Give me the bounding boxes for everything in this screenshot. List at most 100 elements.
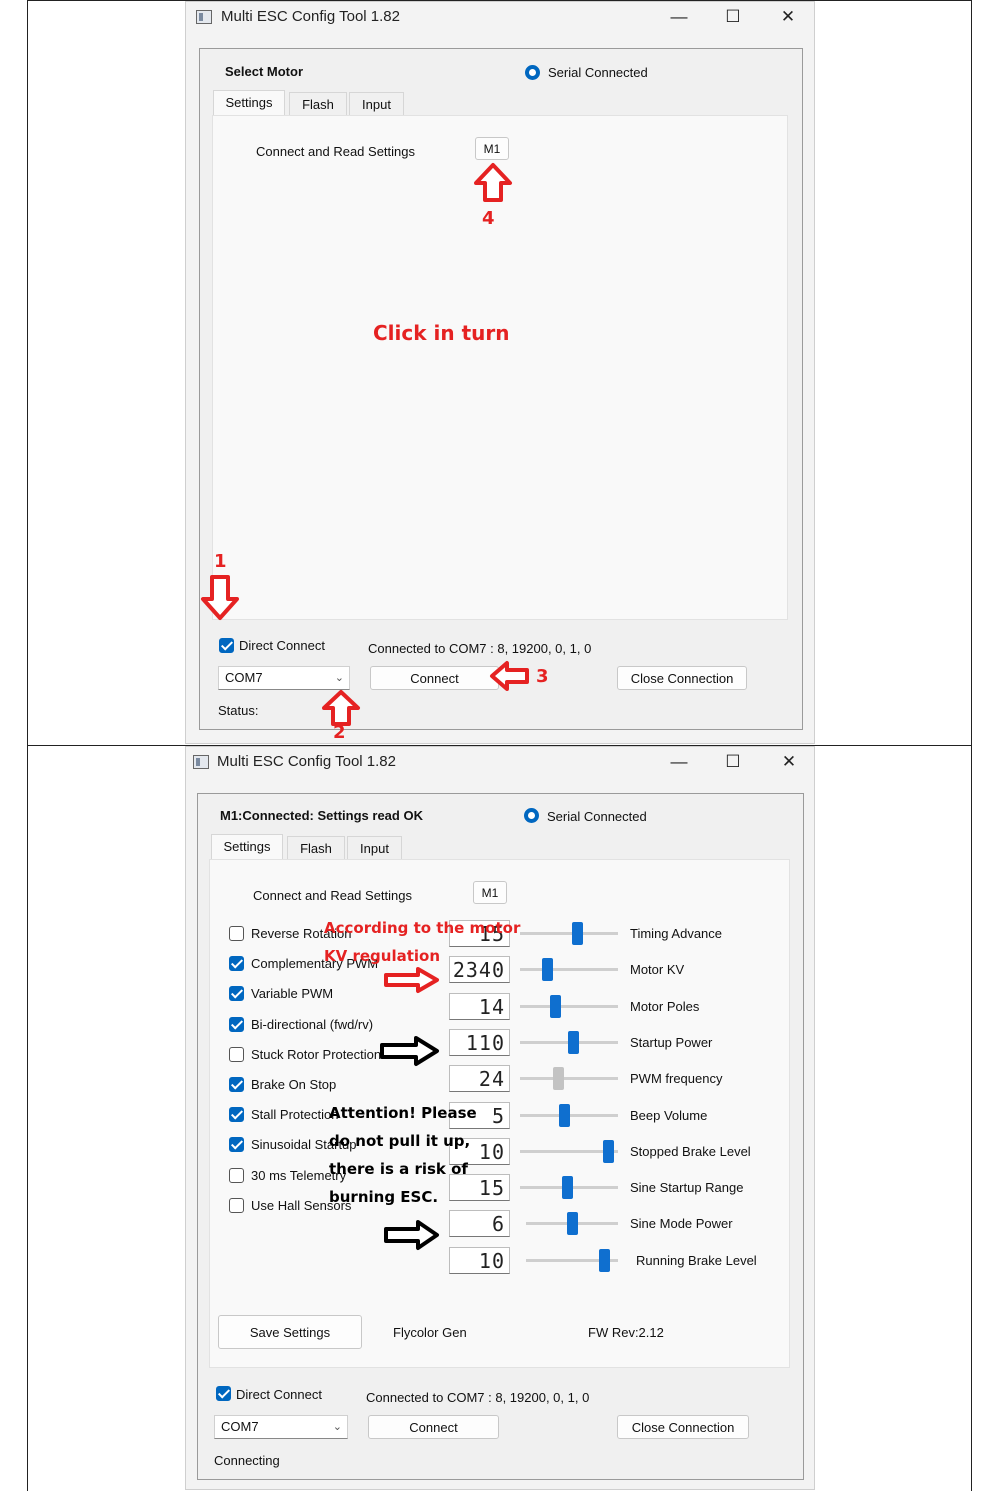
motor-m1-button[interactable]: M1	[473, 881, 507, 904]
panel-title: M1:Connected: Settings read OK	[220, 808, 423, 823]
parameter-value-box[interactable]: 10	[449, 1246, 510, 1274]
parameter-slider-track[interactable]	[520, 1004, 618, 1008]
tab-settings[interactable]: Settings	[213, 90, 285, 116]
parameter-value-box[interactable]: 110	[449, 1028, 510, 1056]
arrow-up-icon	[322, 690, 360, 726]
chevron-down-icon: ⌄	[332, 1421, 342, 1433]
close-connection-button[interactable]: Close Connection	[617, 666, 747, 690]
option-checkbox-label: Variable PWM	[251, 986, 334, 1002]
option-checkbox[interactable]	[229, 986, 244, 1002]
parameter-slider-thumb[interactable]	[602, 1139, 614, 1163]
parameter-slider-track[interactable]	[520, 968, 618, 972]
window-title: Multi ESC Config Tool 1.82	[221, 8, 400, 25]
title-bar[interactable]: Multi ESC Config Tool 1.82 — ☐ ✕	[186, 2, 814, 34]
annotation-warning-line2: do not pull it up,	[329, 1132, 471, 1150]
save-settings-button[interactable]: Save Settings	[218, 1315, 362, 1349]
parameter-slider-track[interactable]	[520, 1077, 618, 1081]
maximize-button[interactable]: ☐	[718, 4, 748, 30]
window-title: Multi ESC Config Tool 1.82	[217, 753, 396, 770]
parameter-label: Running Brake Level	[636, 1252, 757, 1268]
port-value: COM7	[225, 670, 263, 685]
arrow-left-icon	[490, 661, 529, 691]
close-window-button[interactable]: ✕	[774, 749, 804, 775]
parameter-label: Motor KV	[630, 962, 685, 978]
annotation-warning-line1: Attention! Please	[329, 1104, 477, 1122]
port-select[interactable]: COM7 ⌄	[214, 1415, 348, 1439]
parameter-slider-thumb[interactable]	[541, 958, 553, 982]
tab-settings[interactable]: Settings	[211, 834, 283, 860]
option-checkbox[interactable]	[229, 1077, 244, 1092]
parameter-slider-thumb[interactable]	[572, 922, 584, 945]
arrow-right-icon	[384, 967, 439, 993]
direct-connect-checkbox[interactable]	[219, 638, 234, 653]
tab-input[interactable]: Input	[347, 836, 402, 860]
serial-connected-radio[interactable]	[524, 808, 539, 823]
parameter-slider-thumb[interactable]	[561, 1176, 573, 1200]
main-panel: Select Motor Serial Connected Settings F…	[199, 48, 803, 730]
option-checkbox[interactable]	[229, 1046, 244, 1062]
parameter-slider-thumb[interactable]	[567, 1030, 579, 1054]
annotation-step-4: 4	[482, 208, 495, 229]
tab-input[interactable]: Input	[349, 92, 404, 116]
connect-read-label: Connect and Read Settings	[256, 144, 415, 159]
direct-connect-checkbox[interactable]	[216, 1386, 231, 1401]
status-label: Connecting	[214, 1453, 280, 1468]
motor-m1-button[interactable]: M1	[475, 137, 509, 160]
option-checkbox-label: Brake On Stop	[251, 1077, 337, 1092]
option-checkbox-label: Stuck Rotor Protection	[251, 1046, 382, 1062]
serial-connected-label: Serial Connected	[547, 809, 647, 824]
option-checkbox[interactable]	[229, 1197, 244, 1213]
bottom-window: Multi ESC Config Tool 1.82 — ☐ ✕ M1:Conn…	[185, 746, 815, 1490]
annotation-kv-line1: According to the motor	[324, 919, 521, 937]
parameter-slider-thumb[interactable]	[566, 1212, 578, 1236]
connect-button[interactable]: Connect	[370, 666, 499, 690]
maximize-button[interactable]: ☐	[718, 749, 748, 775]
annotation-warning-line3: there is a risk of	[329, 1160, 468, 1178]
parameter-value-box[interactable]: 24	[449, 1065, 510, 1093]
annotation-kv-line2: KV regulation	[324, 947, 441, 965]
firmware-revision: FW Rev:2.12	[588, 1325, 664, 1340]
annotation-step-1: 1	[214, 551, 227, 572]
direct-connect-label: Direct Connect	[239, 638, 325, 653]
option-checkbox[interactable]	[229, 1016, 244, 1032]
connected-info: Connected to COM7 : 8, 19200, 0, 1, 0	[368, 641, 592, 656]
parameter-slider-thumb[interactable]	[550, 994, 562, 1018]
status-label: Status:	[218, 703, 259, 718]
option-checkbox[interactable]	[229, 926, 244, 941]
parameter-label: Beep Volume	[630, 1107, 708, 1123]
parameter-slider-track[interactable]	[520, 932, 618, 935]
port-select[interactable]: COM7 ⌄	[218, 666, 350, 690]
parameter-value-box[interactable]: 14	[449, 992, 510, 1020]
option-checkbox[interactable]	[229, 1107, 244, 1123]
option-checkbox[interactable]	[229, 1137, 244, 1153]
parameter-value-box[interactable]: 15	[449, 1174, 510, 1202]
parameter-value-box[interactable]: 6	[449, 1210, 510, 1238]
annotation-warning-line4: burning ESC.	[329, 1188, 439, 1206]
close-connection-button[interactable]: Close Connection	[617, 1415, 749, 1439]
parameter-slider-thumb[interactable]	[553, 1067, 565, 1091]
parameter-label: Sine Startup Range	[630, 1180, 744, 1196]
app-icon	[193, 755, 209, 769]
title-bar[interactable]: Multi ESC Config Tool 1.82 — ☐ ✕	[186, 747, 814, 779]
parameter-slider-thumb[interactable]	[598, 1248, 610, 1272]
tab-flash[interactable]: Flash	[289, 92, 347, 116]
parameter-slider-thumb[interactable]	[559, 1103, 571, 1127]
parameter-label: Sine Mode Power	[630, 1216, 733, 1232]
chevron-down-icon: ⌄	[334, 672, 344, 684]
arrow-right-icon	[384, 1220, 439, 1250]
tab-flash[interactable]: Flash	[287, 836, 345, 860]
minimize-button[interactable]: —	[664, 749, 694, 775]
annotation-click-in-turn: Click in turn	[373, 321, 510, 345]
parameter-label: Motor Poles	[630, 998, 700, 1014]
close-window-button[interactable]: ✕	[773, 4, 803, 30]
parameter-value-box[interactable]: 2340	[449, 956, 510, 984]
serial-connected-radio[interactable]	[525, 65, 540, 80]
minimize-button[interactable]: —	[664, 4, 694, 30]
option-checkbox[interactable]	[229, 956, 244, 972]
arrow-down-icon	[201, 575, 239, 620]
option-checkbox[interactable]	[229, 1167, 244, 1183]
parameter-label: Stopped Brake Level	[630, 1143, 751, 1159]
app-icon	[196, 10, 212, 24]
connect-button[interactable]: Connect	[368, 1415, 499, 1439]
parameter-label: Timing Advance	[630, 926, 723, 941]
